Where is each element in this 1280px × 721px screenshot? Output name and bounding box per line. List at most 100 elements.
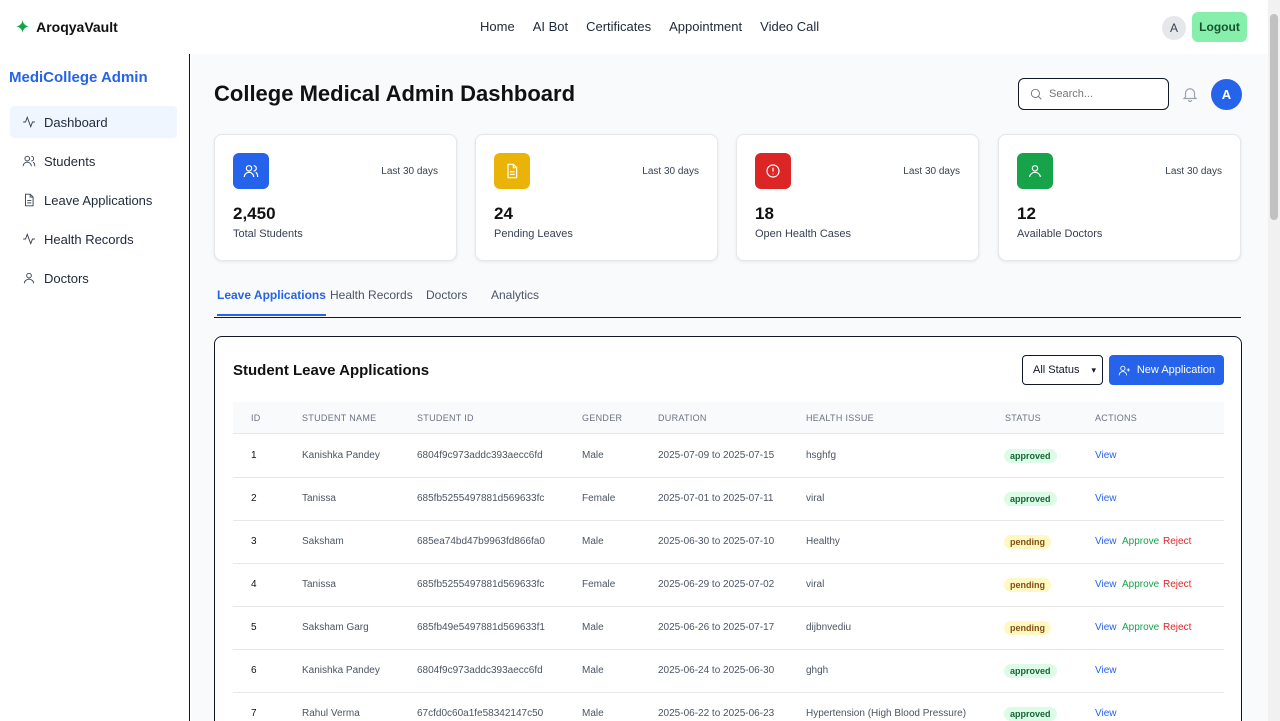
tab-doctors[interactable]: Doctors bbox=[426, 288, 467, 314]
cell-student-id: 685fb5255497881d569633fc bbox=[417, 493, 545, 504]
cell-gender: Female bbox=[582, 579, 616, 590]
status-badge: approved bbox=[1004, 492, 1057, 506]
column-header: Student ID bbox=[417, 413, 474, 423]
view-link[interactable]: View bbox=[1095, 665, 1117, 676]
card-icon-box bbox=[494, 153, 530, 189]
view-link[interactable]: View bbox=[1095, 708, 1117, 719]
card-period: Last 30 days bbox=[1165, 166, 1222, 177]
nav-certificates[interactable]: Certificates bbox=[586, 19, 651, 34]
cell-gender: Male bbox=[582, 536, 604, 547]
cell-student-id: 685ea74bd47b9963fd866fa0 bbox=[417, 536, 545, 547]
cell-duration: 2025-06-24 to 2025-06-30 bbox=[658, 665, 775, 676]
file-icon bbox=[25, 193, 34, 207]
table-row: 2 Tanissa 685fb5255497881d569633fc Female 20… bbox=[233, 478, 1224, 521]
tab-bar: Leave Applications Health Records Doctor… bbox=[214, 282, 1241, 318]
column-header: Health Issue bbox=[806, 413, 874, 423]
user-icon bbox=[23, 272, 35, 284]
table-row: 4 Tanissa 685fb5255497881d569633fc Female 20… bbox=[233, 564, 1224, 607]
cell-duration: 2025-06-26 to 2025-07-17 bbox=[658, 622, 775, 633]
sidebar-item-students[interactable]: Students bbox=[10, 145, 177, 177]
cell-health-issue: viral bbox=[806, 493, 825, 504]
tab-health-records[interactable]: Health Records bbox=[330, 288, 413, 314]
cell-student-name: Rahul Verma bbox=[302, 708, 360, 719]
card-value: 24 bbox=[494, 204, 513, 223]
user-avatar[interactable]: A bbox=[1162, 16, 1186, 40]
cell-student-id: 685fb49e5497881d569633f1 bbox=[417, 622, 545, 633]
new-application-button[interactable]: New Application bbox=[1109, 355, 1224, 385]
column-header: ID bbox=[251, 413, 261, 423]
sidebar-title: MediCollege Admin bbox=[9, 69, 148, 86]
scrollbar-thumb[interactable] bbox=[1270, 14, 1278, 220]
card-icon-box bbox=[233, 153, 269, 189]
sidebar-item-label: Leave Applications bbox=[44, 192, 153, 208]
bell-icon bbox=[1182, 88, 1198, 103]
status-filter-select[interactable]: All Status ▾ bbox=[1022, 355, 1103, 385]
card-period: Last 30 days bbox=[642, 166, 699, 177]
cell-student-name: Tanissa bbox=[302, 579, 336, 590]
status-badge: approved bbox=[1004, 449, 1057, 463]
nav-ai-bot[interactable]: AI Bot bbox=[533, 19, 568, 34]
cell-id: 1 bbox=[251, 450, 257, 461]
sidebar-item-label: Students bbox=[44, 153, 96, 169]
approve-link[interactable]: Approve bbox=[1122, 536, 1159, 547]
nav-home[interactable]: Home bbox=[480, 19, 515, 34]
view-link[interactable]: View bbox=[1095, 579, 1117, 590]
users-icon bbox=[22, 155, 36, 167]
cell-id: 3 bbox=[251, 536, 257, 547]
search-box[interactable] bbox=[1018, 78, 1169, 110]
cell-health-issue: ghgh bbox=[806, 665, 829, 676]
reject-link[interactable]: Reject bbox=[1163, 536, 1191, 547]
table-row: 5 Saksham Garg 685fb49e5497881d569633f1 Mal… bbox=[233, 607, 1224, 650]
page-scrollbar[interactable] bbox=[1268, 0, 1280, 721]
cell-gender: Male bbox=[582, 450, 604, 461]
search-input[interactable] bbox=[1049, 88, 1159, 100]
reject-link[interactable]: Reject bbox=[1163, 579, 1191, 590]
card-value: 2,450 bbox=[233, 204, 276, 223]
cell-health-issue: hsghfg bbox=[806, 450, 837, 461]
card-period: Last 30 days bbox=[381, 166, 438, 177]
user-plus-icon bbox=[1118, 365, 1130, 375]
nav-video-call[interactable]: Video Call bbox=[760, 19, 819, 34]
sidebar-item-health-records[interactable]: Health Records bbox=[10, 223, 177, 255]
nav-appointment[interactable]: Appointment bbox=[669, 19, 742, 34]
sidebar-item-dashboard[interactable]: Dashboard bbox=[10, 106, 177, 138]
stat-card-total-students: Last 30 days 2,450 Total Students bbox=[214, 134, 457, 261]
main-nav: Home AI Bot Certificates Appointment Vid… bbox=[480, 19, 819, 34]
users-icon bbox=[243, 165, 259, 178]
approve-link[interactable]: Approve bbox=[1122, 579, 1159, 590]
approve-link[interactable]: Approve bbox=[1122, 622, 1159, 633]
cell-duration: 2025-06-30 to 2025-07-10 bbox=[658, 536, 775, 547]
cell-gender: Male bbox=[582, 665, 604, 676]
cell-gender: Male bbox=[582, 708, 604, 719]
cell-student-id: 685fb5255497881d569633fc bbox=[417, 579, 545, 590]
reject-link[interactable]: Reject bbox=[1163, 622, 1191, 633]
table-header: ID Student Name Student ID Gender Durati… bbox=[233, 402, 1224, 434]
cell-student-name: Saksham Garg bbox=[302, 622, 369, 633]
card-icon-box bbox=[755, 153, 791, 189]
tab-leave-applications[interactable]: Leave Applications bbox=[217, 288, 326, 316]
view-link[interactable]: View bbox=[1095, 450, 1117, 461]
view-link[interactable]: View bbox=[1095, 536, 1117, 547]
profile-avatar[interactable]: A bbox=[1211, 79, 1242, 110]
notification-bell[interactable] bbox=[1181, 85, 1199, 108]
column-header: Status bbox=[1005, 413, 1041, 423]
cell-student-name: Tanissa bbox=[302, 493, 336, 504]
cell-gender: Male bbox=[582, 622, 604, 633]
sidebar-item-leave-applications[interactable]: Leave Applications bbox=[10, 184, 177, 216]
brand[interactable]: ✦ AroqyaVault bbox=[15, 18, 118, 36]
search-icon bbox=[1030, 88, 1042, 100]
status-badge: approved bbox=[1004, 664, 1057, 678]
cell-duration: 2025-07-09 to 2025-07-15 bbox=[658, 450, 775, 461]
sidebar: MediCollege Admin Dashboard Students Lea… bbox=[0, 54, 190, 721]
cell-health-issue: Healthy bbox=[806, 536, 840, 547]
card-label: Total Students bbox=[233, 228, 303, 240]
cell-health-issue: dijbnvediu bbox=[806, 622, 852, 633]
view-link[interactable]: View bbox=[1095, 493, 1117, 504]
column-header: Duration bbox=[658, 413, 707, 423]
sidebar-item-label: Dashboard bbox=[44, 114, 108, 130]
top-navbar: ✦ AroqyaVault Home AI Bot Certificates A… bbox=[0, 0, 1268, 54]
tab-analytics[interactable]: Analytics bbox=[491, 288, 539, 314]
view-link[interactable]: View bbox=[1095, 622, 1117, 633]
logout-button[interactable]: Logout bbox=[1192, 12, 1247, 42]
sidebar-item-doctors[interactable]: Doctors bbox=[10, 262, 177, 294]
